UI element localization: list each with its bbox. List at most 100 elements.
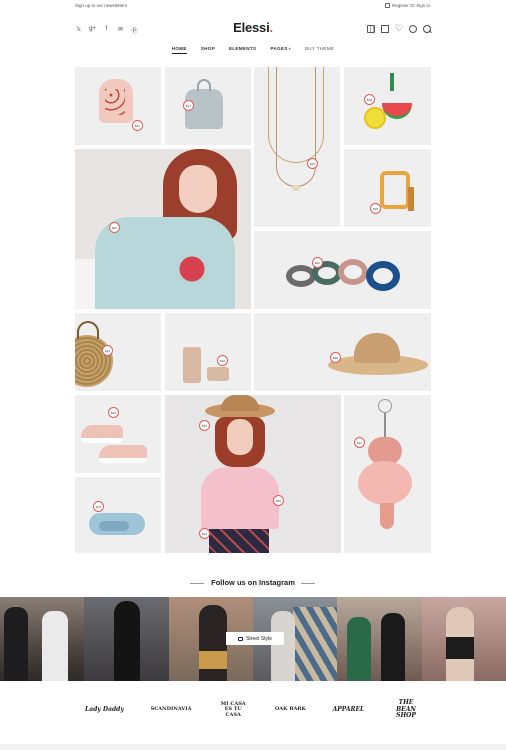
footer-bar — [0, 744, 506, 750]
newsletter-link[interactable]: Sign up to our newsletters — [75, 3, 127, 8]
model-face-image — [227, 419, 253, 455]
mural-image — [292, 607, 337, 681]
watermelon-earring-image — [382, 103, 412, 119]
account-label: Register Or Sign in — [391, 3, 430, 8]
product-tile-straw-bag[interactable]: $43 — [75, 313, 161, 391]
instagram-photo[interactable] — [84, 597, 169, 681]
price-badge[interactable]: $17 — [183, 100, 194, 111]
sync-icon[interactable] — [409, 25, 417, 33]
sandal-heel-image — [408, 187, 414, 211]
brand-logo[interactable]: THE BEAN SHOP — [391, 699, 421, 720]
person-image — [114, 601, 141, 681]
keychain-chain — [384, 413, 386, 439]
sneaker-image — [81, 425, 123, 443]
price-badge[interactable]: $34 — [132, 120, 143, 131]
top-image — [445, 637, 474, 659]
price-badge[interactable]: $32 — [109, 222, 120, 233]
brand-logo[interactable]: MI CASA ES TU CASA — [218, 701, 248, 719]
nav-pages-label: PAGES — [270, 46, 288, 51]
product-tile-hat[interactable]: $28 — [254, 313, 431, 391]
heel-shoe-image — [207, 367, 229, 381]
owl-tail-image — [380, 503, 394, 529]
street-style-label: Street Style — [246, 635, 272, 642]
price-badge[interactable]: $43 — [102, 345, 113, 356]
product-tile-hair-ties[interactable]: $40 — [254, 231, 431, 309]
skirt-image — [198, 651, 227, 669]
price-badge[interactable]: $26 — [108, 407, 119, 418]
keyring-image — [378, 399, 392, 413]
necklace-chain-image — [276, 67, 316, 187]
product-tile-heels[interactable]: $16 — [165, 313, 251, 391]
bag-handle — [77, 321, 99, 339]
product-tile-sandals[interactable]: $28 — [344, 149, 431, 227]
product-tile-keychain[interactable]: $24 — [344, 395, 431, 553]
product-tile-sneakers[interactable]: $26 — [75, 395, 161, 473]
price-badge[interactable]: $40 — [312, 257, 323, 268]
hat-crown-image — [354, 333, 400, 363]
product-tile-earrings[interactable]: $18 — [344, 67, 431, 145]
account-link[interactable]: Register Or Sign in — [384, 3, 430, 8]
divider — [301, 583, 315, 584]
nav-home[interactable]: HOME — [171, 46, 187, 54]
camera-icon — [238, 636, 244, 641]
product-grid: $34 $17 $26 $18 $32 $28 $40 $43 $16 $28 … — [75, 67, 431, 553]
main-nav: HOME SHOP ELEMENTS PAGES▾ BUY THEME — [0, 46, 506, 54]
nav-elements[interactable]: ELEMENTS — [229, 46, 256, 54]
product-tile-model-tee[interactable]: $32 — [75, 149, 251, 309]
brand-logo[interactable]: SCANDINAVIA — [151, 707, 192, 713]
backpack-pattern — [105, 89, 125, 115]
model-face-image — [179, 165, 217, 213]
backpack-handle — [197, 79, 211, 91]
nav-shop[interactable]: SHOP — [201, 46, 215, 54]
site-header: 𝕏 g+ f ✉ Ⓟ Elessi. — [0, 14, 506, 44]
product-tile-pink-backpack[interactable]: $34 — [75, 67, 161, 145]
nav-pages[interactable]: PAGES▾ — [270, 46, 291, 54]
price-badge[interactable]: $79 — [93, 501, 104, 512]
brand-logo[interactable]: Lady Daddy — [85, 706, 124, 714]
price-badge[interactable]: $28 — [370, 203, 381, 214]
person-image — [381, 613, 406, 681]
price-badge[interactable]: $56 — [273, 495, 284, 506]
price-badge[interactable]: $16 — [217, 355, 228, 366]
product-tile-grey-backpack[interactable]: $17 — [165, 67, 251, 145]
price-badge[interactable]: $24 — [354, 437, 365, 448]
instagram-photo[interactable] — [0, 597, 85, 681]
person-image — [270, 611, 295, 681]
price-badge[interactable]: $16 — [199, 528, 210, 539]
header-tools — [367, 23, 431, 34]
product-tile-model-hat[interactable]: $45 $56 $16 — [165, 395, 341, 553]
price-badge[interactable]: $28 — [330, 352, 341, 363]
nav-buy-theme[interactable]: BUY THEME — [305, 46, 334, 54]
chevron-down-icon: ▾ — [288, 46, 291, 51]
product-tile-scarf[interactable]: $79 — [75, 477, 161, 553]
logo-dot: . — [269, 20, 273, 35]
sandal-image — [380, 171, 410, 209]
instagram-photo[interactable] — [337, 597, 422, 681]
price-badge[interactable]: $18 — [364, 94, 375, 105]
price-badge[interactable]: $45 — [199, 420, 210, 431]
straw-bag-image — [75, 335, 113, 387]
person-image — [198, 605, 227, 681]
person-image — [4, 607, 28, 681]
brand-logo[interactable]: APPAREL — [333, 706, 365, 714]
wishlist-icon[interactable] — [395, 23, 403, 34]
logo-text: Elessi — [233, 20, 270, 35]
top-bar: Sign up to our newsletters Register Or S… — [0, 0, 506, 12]
account-icon[interactable] — [381, 25, 389, 33]
instagram-photo[interactable] — [421, 597, 506, 681]
pompom-image — [358, 461, 412, 505]
brand-logo[interactable]: OAK BARK — [275, 707, 306, 713]
price-badge[interactable]: $26 — [307, 158, 318, 169]
tassel-image — [390, 73, 394, 91]
heel-shoe-image — [183, 347, 201, 383]
model-hat-crown — [221, 395, 259, 411]
street-style-button[interactable]: Street Style — [226, 632, 284, 645]
sneaker-image — [99, 445, 147, 463]
instagram-title: Follow us on Instagram — [211, 578, 295, 587]
search-icon[interactable] — [423, 25, 431, 33]
product-tile-necklace[interactable]: $26 — [254, 67, 340, 227]
person-image — [347, 617, 372, 681]
compare-icon[interactable] — [367, 25, 375, 33]
person-image — [42, 611, 68, 681]
brand-logos: Lady Daddy SCANDINAVIA MI CASA ES TU CAS… — [75, 690, 431, 730]
